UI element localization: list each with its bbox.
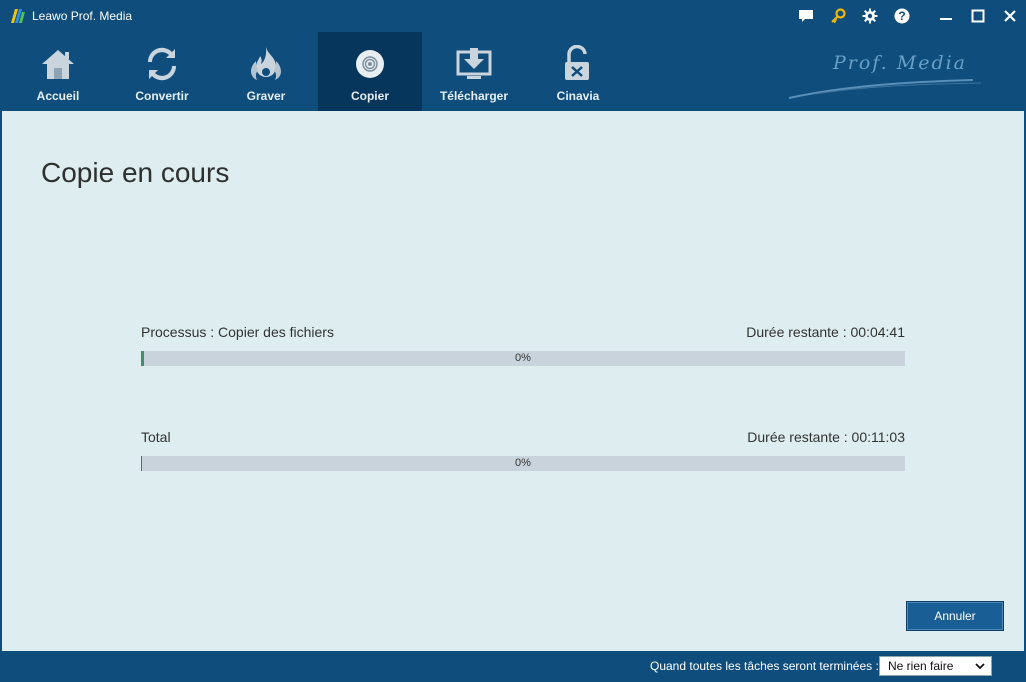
close-icon[interactable] [994, 0, 1026, 32]
process-percent: 0% [515, 352, 531, 364]
window-title: Leawo Prof. Media [32, 9, 133, 23]
page-title: Copie en cours [41, 157, 230, 188]
main-content: Copie en cours Processus : Copier des fi… [2, 111, 1024, 651]
status-footer: Quand toutes les tâches seront terminées… [0, 651, 1026, 682]
process-remaining: Durée restante : 00:04:41 [746, 324, 905, 340]
app-logo-icon [11, 9, 25, 23]
key-icon[interactable] [822, 0, 854, 32]
total-label: Total [141, 429, 171, 445]
download-icon [454, 44, 494, 84]
help-icon[interactable]: ? [886, 0, 918, 32]
brand-logo: Prof. Media [785, 46, 985, 106]
gear-icon[interactable] [854, 0, 886, 32]
total-remaining: Durée restante : 00:11:03 [747, 429, 905, 445]
minimize-icon[interactable] [930, 0, 962, 32]
nav-label: Convertir [135, 89, 189, 103]
maximize-icon[interactable] [962, 0, 994, 32]
nav-label: Copier [350, 89, 389, 103]
after-tasks-select[interactable]: Ne rien faire [879, 656, 992, 676]
cancel-button[interactable]: Annuler [906, 601, 1004, 631]
brand-text: Prof. Media [833, 52, 968, 74]
title-bar: Leawo Prof. Media ? [0, 0, 1026, 32]
home-icon [38, 44, 78, 84]
nav-label: Graver [246, 89, 286, 103]
burn-icon [246, 44, 286, 84]
disc-icon [350, 44, 390, 84]
convert-icon [142, 44, 182, 84]
after-tasks-label: Quand toutes les tâches seront terminées… [650, 659, 879, 673]
nav-item-cinavia[interactable]: Cinavia [526, 32, 630, 111]
process-progress: Processus : Copier des fichiers Durée re… [141, 324, 905, 366]
process-label: Processus : Copier des fichiers [141, 324, 334, 340]
nav-item-accueil[interactable]: Accueil [6, 32, 110, 111]
total-percent: 0% [515, 457, 531, 469]
nav-label: Cinavia [556, 89, 600, 103]
main-nav: Accueil Convertir Graver Copier Téléchar… [0, 32, 1026, 111]
nav-item-telecharger[interactable]: Télécharger [422, 32, 526, 111]
nav-label: Accueil [36, 89, 80, 103]
total-progress: Total Durée restante : 00:11:03 0% [141, 429, 905, 471]
after-tasks-value: Ne rien faire [888, 659, 954, 673]
process-progress-bar: 0% [141, 351, 905, 366]
nav-item-graver[interactable]: Graver [214, 32, 318, 111]
total-progress-bar: 0% [141, 456, 905, 471]
title-bar-controls: ? [790, 0, 1026, 32]
chevron-down-icon [975, 663, 985, 670]
chat-icon[interactable] [790, 0, 822, 32]
svg-text:?: ? [898, 9, 905, 23]
app-window: Leawo Prof. Media ? Accueil Convertir Gr… [0, 0, 1026, 682]
nav-label: Télécharger [439, 89, 509, 103]
unlock-icon [558, 44, 598, 84]
nav-item-copier[interactable]: Copier [318, 32, 422, 111]
nav-item-convertir[interactable]: Convertir [110, 32, 214, 111]
